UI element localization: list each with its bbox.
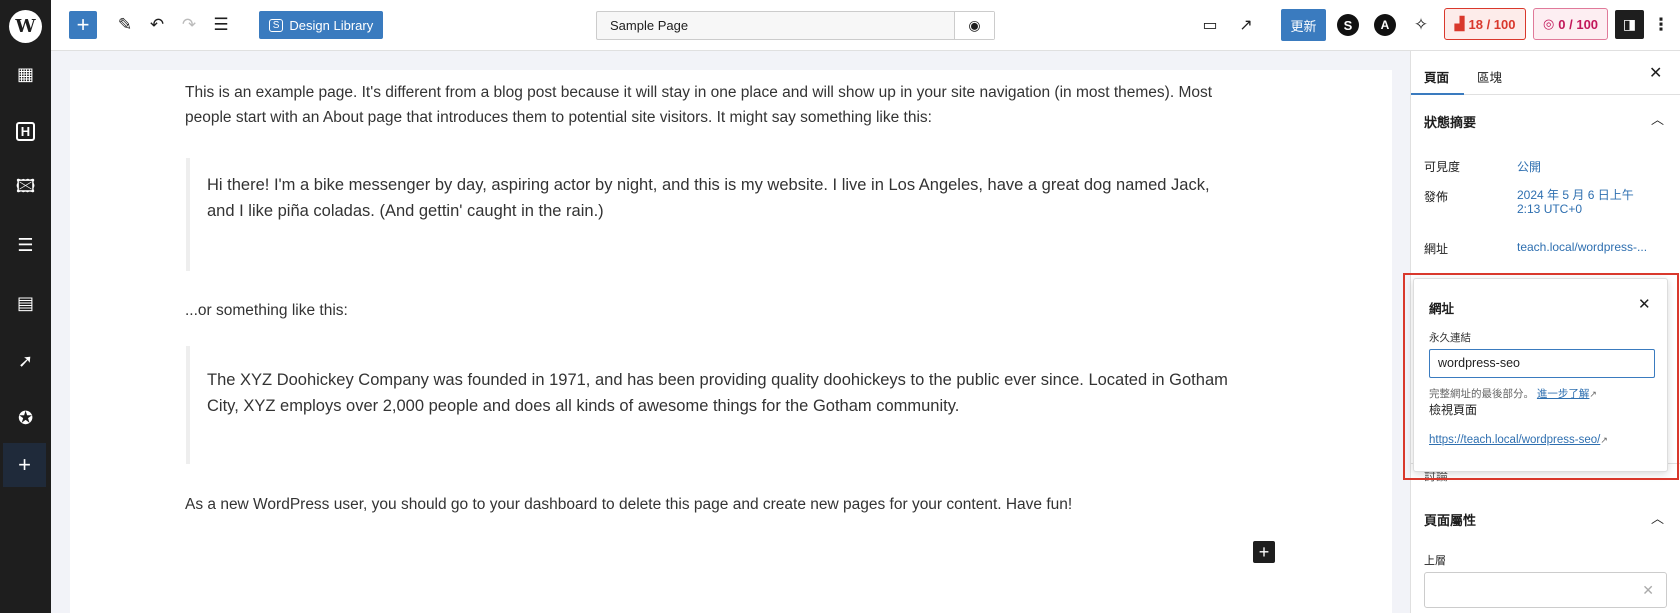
add-block-button[interactable]: + <box>69 11 97 39</box>
chevron-up-icon[interactable]: ︿ <box>1651 508 1664 527</box>
summary-title[interactable]: 狀態摘要 <box>1424 112 1476 131</box>
visibility-value[interactable]: 公開 <box>1517 158 1541 175</box>
parent-label: 上層 <box>1424 555 1446 567</box>
url-value[interactable]: teach.local/wordpress-... <box>1517 240 1647 254</box>
design-library-button[interactable]: S Design Library <box>259 11 383 39</box>
patterns-icon[interactable]: ▦ <box>12 61 39 88</box>
star-badge-icon[interactable]: ✪ <box>12 405 39 432</box>
document-title-bar[interactable]: Sample Page ◉ <box>596 11 995 40</box>
stackable-icon: S <box>268 18 284 32</box>
publish-date[interactable]: 2024 年 5 月 6 日上午 2:13 UTC+0 <box>1517 188 1637 216</box>
options-menu-icon[interactable]: ⋮ <box>1651 11 1671 39</box>
redo-icon[interactable]: ↷ <box>175 11 203 39</box>
close-icon[interactable]: ✕ <box>1649 63 1662 83</box>
tab-page[interactable]: 頁面 <box>1424 67 1449 86</box>
image-icon[interactable]: 🖾 <box>12 175 39 202</box>
astra-icon[interactable]: A <box>1374 14 1396 36</box>
inserter-plus-button[interactable]: + <box>1253 541 1275 563</box>
update-button[interactable]: 更新 <box>1281 9 1326 41</box>
paragraph-block[interactable]: This is an example page. It's different … <box>185 80 1245 130</box>
visibility-label: 可見度 <box>1424 160 1461 174</box>
ai-sparkle-icon[interactable]: ✧ <box>1409 11 1433 39</box>
list-view-icon[interactable]: ☰ <box>207 11 235 39</box>
panel-tabs <box>1411 51 1680 95</box>
seo-score-button[interactable]: ▟ 18 / 100 <box>1444 8 1526 40</box>
parent-select[interactable]: ✕ <box>1424 572 1667 608</box>
plus-icon[interactable]: + <box>3 443 46 487</box>
form-icon[interactable]: ▤ <box>12 290 39 317</box>
top-toolbar: + ✎ ↶ ↷ ☰ S Design Library Sample Page ◉ ▭… <box>51 0 1680 51</box>
wordpress-logo[interactable]: W <box>9 10 42 43</box>
chart-icon: ▟ <box>1454 16 1465 31</box>
stackable-s-icon[interactable]: S <box>1337 14 1359 36</box>
heading-icon[interactable]: H <box>12 118 39 145</box>
clear-icon[interactable]: ✕ <box>1642 582 1654 599</box>
target-icon: ◎ <box>1542 16 1555 31</box>
page-attributes-title[interactable]: 頁面屬性 <box>1424 510 1476 529</box>
left-sidebar: W ▦ H 🖾 ☰ ▤ ➚ ✪ + <box>0 0 51 613</box>
tab-block[interactable]: 區塊 <box>1477 67 1502 86</box>
page-canvas <box>70 70 1392 613</box>
readability-score-button[interactable]: ◎ 0 / 100 <box>1533 8 1608 40</box>
highlight-box <box>1403 273 1679 480</box>
chevron-up-icon[interactable]: ︿ <box>1651 109 1664 128</box>
external-view-icon[interactable]: ↗ <box>1232 11 1260 39</box>
paragraph-block[interactable]: As a new WordPress user, you should go t… <box>185 492 1245 517</box>
quote-block[interactable]: The XYZ Doohickey Company was founded in… <box>186 346 1236 464</box>
sections-icon[interactable]: ☰ <box>12 232 39 259</box>
preview-eye-icon[interactable]: ◉ <box>954 12 994 39</box>
publish-label: 發佈 <box>1424 190 1449 204</box>
active-tab-indicator <box>1411 93 1464 95</box>
device-preview-icon[interactable]: ▭ <box>1196 11 1224 39</box>
pencil-icon[interactable]: ✎ <box>111 11 139 39</box>
paragraph-block[interactable]: ...or something like this: <box>185 298 1245 323</box>
url-label: 網址 <box>1424 242 1449 256</box>
quote-block[interactable]: Hi there! I'm a bike messenger by day, a… <box>186 158 1236 271</box>
cursor-click-icon[interactable]: ➚ <box>12 348 39 375</box>
settings-sidebar-toggle[interactable]: ◨ <box>1615 10 1644 39</box>
undo-icon[interactable]: ↶ <box>143 11 171 39</box>
